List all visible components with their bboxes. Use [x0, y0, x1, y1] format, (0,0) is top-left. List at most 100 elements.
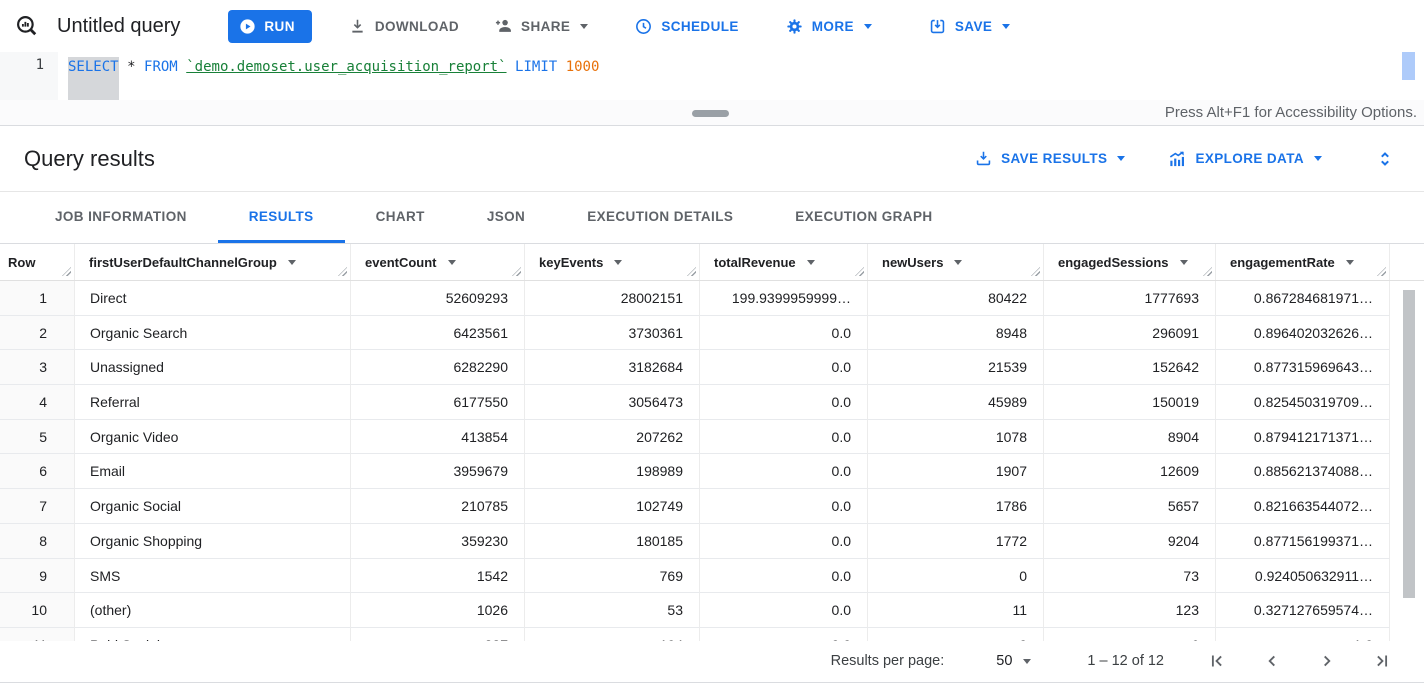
column-resize-handle[interactable]: [338, 267, 347, 276]
schedule-button[interactable]: SCHEDULE: [626, 11, 746, 42]
table-cell: 11: [868, 593, 1044, 628]
tab-json[interactable]: JSON: [456, 192, 556, 243]
unfold-more-icon: [1374, 148, 1396, 170]
table-cell: 8948: [868, 316, 1044, 351]
sql-editor[interactable]: 1 SELECT*FROM`demo.demoset.user_acquisit…: [0, 52, 1424, 100]
table-cell: 0.896402032626…: [1216, 316, 1390, 351]
table-cell: 296091: [1044, 316, 1216, 351]
sql-token-table-link[interactable]: `demo.demoset.user_acquisition_report`: [186, 57, 506, 100]
explore-data-button[interactable]: EXPLORE DATA: [1159, 143, 1330, 175]
expand-results-button[interactable]: [1370, 144, 1400, 174]
column-menu-icon[interactable]: [807, 260, 815, 265]
column-label: Row: [8, 255, 35, 270]
column-resize-handle[interactable]: [1031, 267, 1040, 276]
table-cell: 0.877315969643…: [1216, 350, 1390, 385]
table-cell: 152642: [1044, 350, 1216, 385]
table-row: 10(other)1026530.0111230.327127659574…: [0, 593, 1424, 628]
table-cell: 5657: [1044, 489, 1216, 524]
tab-job-information[interactable]: JOB INFORMATION: [24, 192, 218, 243]
column-header-totalRevenue[interactable]: totalRevenue: [700, 244, 868, 280]
results-grid: Row firstUserDefaultChannelGroup eventCoun…: [0, 244, 1424, 641]
download-button[interactable]: DOWNLOAD: [340, 11, 467, 42]
column-menu-icon[interactable]: [288, 260, 296, 265]
play-icon: [238, 17, 257, 36]
table-cell: 102749: [525, 489, 700, 524]
table-cell: 0.0: [700, 420, 868, 455]
column-menu-icon[interactable]: [614, 260, 622, 265]
column-resize-handle[interactable]: [855, 267, 864, 276]
sql-token-number: 1000: [566, 57, 600, 100]
column-label: eventCount: [365, 255, 437, 270]
chart-icon: [1167, 149, 1187, 169]
table-cell: 0.885621374088…: [1216, 454, 1390, 489]
save-button[interactable]: SAVE: [920, 11, 1018, 42]
next-page-button[interactable]: [1316, 650, 1338, 672]
column-menu-icon[interactable]: [954, 260, 962, 265]
table-cell: 21539: [868, 350, 1044, 385]
table-cell: 0.0: [700, 593, 868, 628]
table-cell: 3056473: [525, 385, 700, 420]
table-cell: 6282290: [351, 350, 525, 385]
table-cell: 9204: [1044, 524, 1216, 559]
table-cell: Organic Social: [75, 489, 351, 524]
tab-chart[interactable]: CHART: [345, 192, 456, 243]
table-scrollbar[interactable]: [1403, 290, 1415, 598]
table-cell: 0.0: [700, 350, 868, 385]
table-cell: 1786: [868, 489, 1044, 524]
row-number-cell: 11: [0, 628, 75, 641]
tab-execution-graph[interactable]: EXECUTION GRAPH: [764, 192, 963, 243]
sql-code-line[interactable]: SELECT*FROM`demo.demoset.user_acquisitio…: [58, 52, 599, 100]
results-actions: SAVE RESULTS EXPLORE DATA: [940, 143, 1400, 175]
table-cell: 1.0: [1216, 628, 1390, 641]
more-button[interactable]: MORE: [777, 11, 880, 42]
table-cell: SMS: [75, 559, 351, 594]
table-cell: 0.0: [700, 316, 868, 351]
column-resize-handle[interactable]: [62, 267, 71, 276]
column-resize-handle[interactable]: [687, 267, 696, 276]
column-header-engagementRate[interactable]: engagementRate: [1216, 244, 1390, 280]
column-resize-handle[interactable]: [1203, 267, 1212, 276]
editor-gutter: 1: [0, 52, 58, 100]
column-header-eventCount[interactable]: eventCount: [351, 244, 525, 280]
column-resize-handle[interactable]: [512, 267, 521, 276]
table-cell: 1907: [868, 454, 1044, 489]
table-cell: 0.821663544072…: [1216, 489, 1390, 524]
editor-scrollbar[interactable]: [1402, 52, 1415, 80]
save-results-button[interactable]: SAVE RESULTS: [966, 143, 1133, 174]
column-menu-icon[interactable]: [1180, 260, 1188, 265]
table-cell: Organic Search: [75, 316, 351, 351]
table-cell: 8904: [1044, 420, 1216, 455]
prev-page-button[interactable]: [1261, 650, 1283, 672]
column-header-Row[interactable]: Row: [0, 244, 75, 280]
column-menu-icon[interactable]: [1346, 260, 1354, 265]
column-header-keyEvents[interactable]: keyEvents: [525, 244, 700, 280]
tab-results[interactable]: RESULTS: [218, 192, 345, 243]
row-number-cell: 2: [0, 316, 75, 351]
first-page-icon: [1206, 650, 1228, 672]
run-button[interactable]: RUN: [228, 10, 311, 43]
chevron-down-icon: [1002, 24, 1010, 29]
column-header-engagedSessions[interactable]: engagedSessions: [1044, 244, 1216, 280]
panel-resize-handle[interactable]: [692, 110, 729, 117]
chevron-right-icon: [1316, 650, 1338, 672]
results-tabs: JOB INFORMATIONRESULTSCHARTJSONEXECUTION…: [0, 192, 1424, 244]
table-cell: 0.0: [700, 454, 868, 489]
table-cell: Paid Social: [75, 628, 351, 641]
results-header: Query results SAVE RESULTS: [0, 126, 1424, 192]
share-button[interactable]: SHARE: [485, 10, 596, 42]
page-size-select[interactable]: 50: [990, 652, 1037, 670]
column-header-newUsers[interactable]: newUsers: [868, 244, 1044, 280]
row-number-cell: 10: [0, 593, 75, 628]
column-header-firstUserDefaultChannelGroup[interactable]: firstUserDefaultChannelGroup: [75, 244, 351, 280]
table-cell: 73: [1044, 559, 1216, 594]
results-per-page-label: Results per page:: [831, 653, 945, 669]
tab-execution-details[interactable]: EXECUTION DETAILS: [556, 192, 764, 243]
table-cell: 207262: [525, 420, 700, 455]
table-row: 2Organic Search642356137303610.089482960…: [0, 316, 1424, 351]
first-page-button[interactable]: [1206, 650, 1228, 672]
column-menu-icon[interactable]: [448, 260, 456, 265]
last-page-button[interactable]: [1371, 650, 1393, 672]
table-row: 3Unassigned628229031826840.0215391526420…: [0, 350, 1424, 385]
table-row: 4Referral617755030564730.0459891500190.8…: [0, 385, 1424, 420]
column-resize-handle[interactable]: [1377, 267, 1386, 276]
